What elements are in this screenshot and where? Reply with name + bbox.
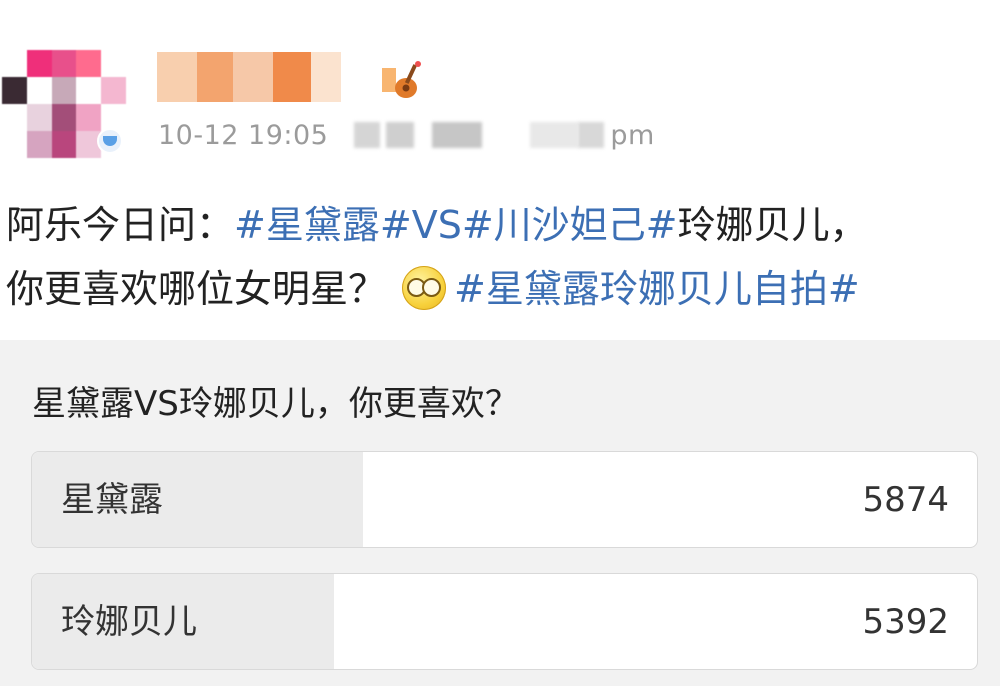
hashtag-xingdailu[interactable]: #星黛露#	[234, 203, 412, 247]
user-nickname[interactable]	[157, 52, 371, 102]
source-blur	[432, 122, 483, 148]
vip-guitar-icon	[382, 61, 421, 98]
poll-option-label: 星黛露	[61, 480, 163, 520]
hashtag-chuansha[interactable]: #川沙妲己#	[462, 203, 678, 247]
vs-text[interactable]: VS	[412, 203, 462, 247]
post-text: 阿乐今日问：#星黛露#VS#川沙妲己#玲娜贝儿， 你更喜欢哪位女明星？ #星黛露玲…	[6, 193, 996, 321]
source-blur	[578, 122, 605, 148]
poll-option-count: 5392	[862, 602, 949, 642]
source-blur	[354, 122, 381, 148]
post-source-text: pm	[610, 119, 655, 151]
post-intro: 阿乐今日问：	[6, 203, 235, 247]
poll-option-label: 玲娜贝儿	[61, 602, 197, 642]
post-timestamp: 10-12 19:05	[158, 119, 329, 151]
poll-option-linabeier[interactable]: 玲娜贝儿 5392	[31, 573, 978, 670]
verified-badge-icon	[97, 128, 123, 154]
post-meta: 10-12 19:05 pm	[158, 115, 655, 155]
poll-option-count: 5874	[862, 480, 949, 520]
source-blur	[386, 122, 415, 148]
post-line1-end: 玲娜贝儿，	[677, 203, 868, 247]
hashtag-selfie[interactable]: #星黛露玲娜贝儿自拍#	[454, 267, 860, 311]
poll-option-xingdailu[interactable]: 星黛露 5874	[31, 451, 978, 548]
post-line-1: 阿乐今日问：#星黛露#VS#川沙妲己#玲娜贝儿，	[6, 193, 996, 257]
poll-card: 星黛露VS玲娜贝儿，你更喜欢？ 星黛露 5874 玲娜贝儿 5392	[0, 340, 1000, 686]
poll-question: 星黛露VS玲娜贝儿，你更喜欢？	[32, 384, 519, 424]
thinking-face-emoji-icon	[402, 266, 447, 310]
post-line-2: 你更喜欢哪位女明星？ #星黛露玲娜贝儿自拍#	[6, 257, 996, 321]
source-blur	[530, 122, 579, 148]
post-question: 你更喜欢哪位女明星？	[6, 267, 387, 311]
